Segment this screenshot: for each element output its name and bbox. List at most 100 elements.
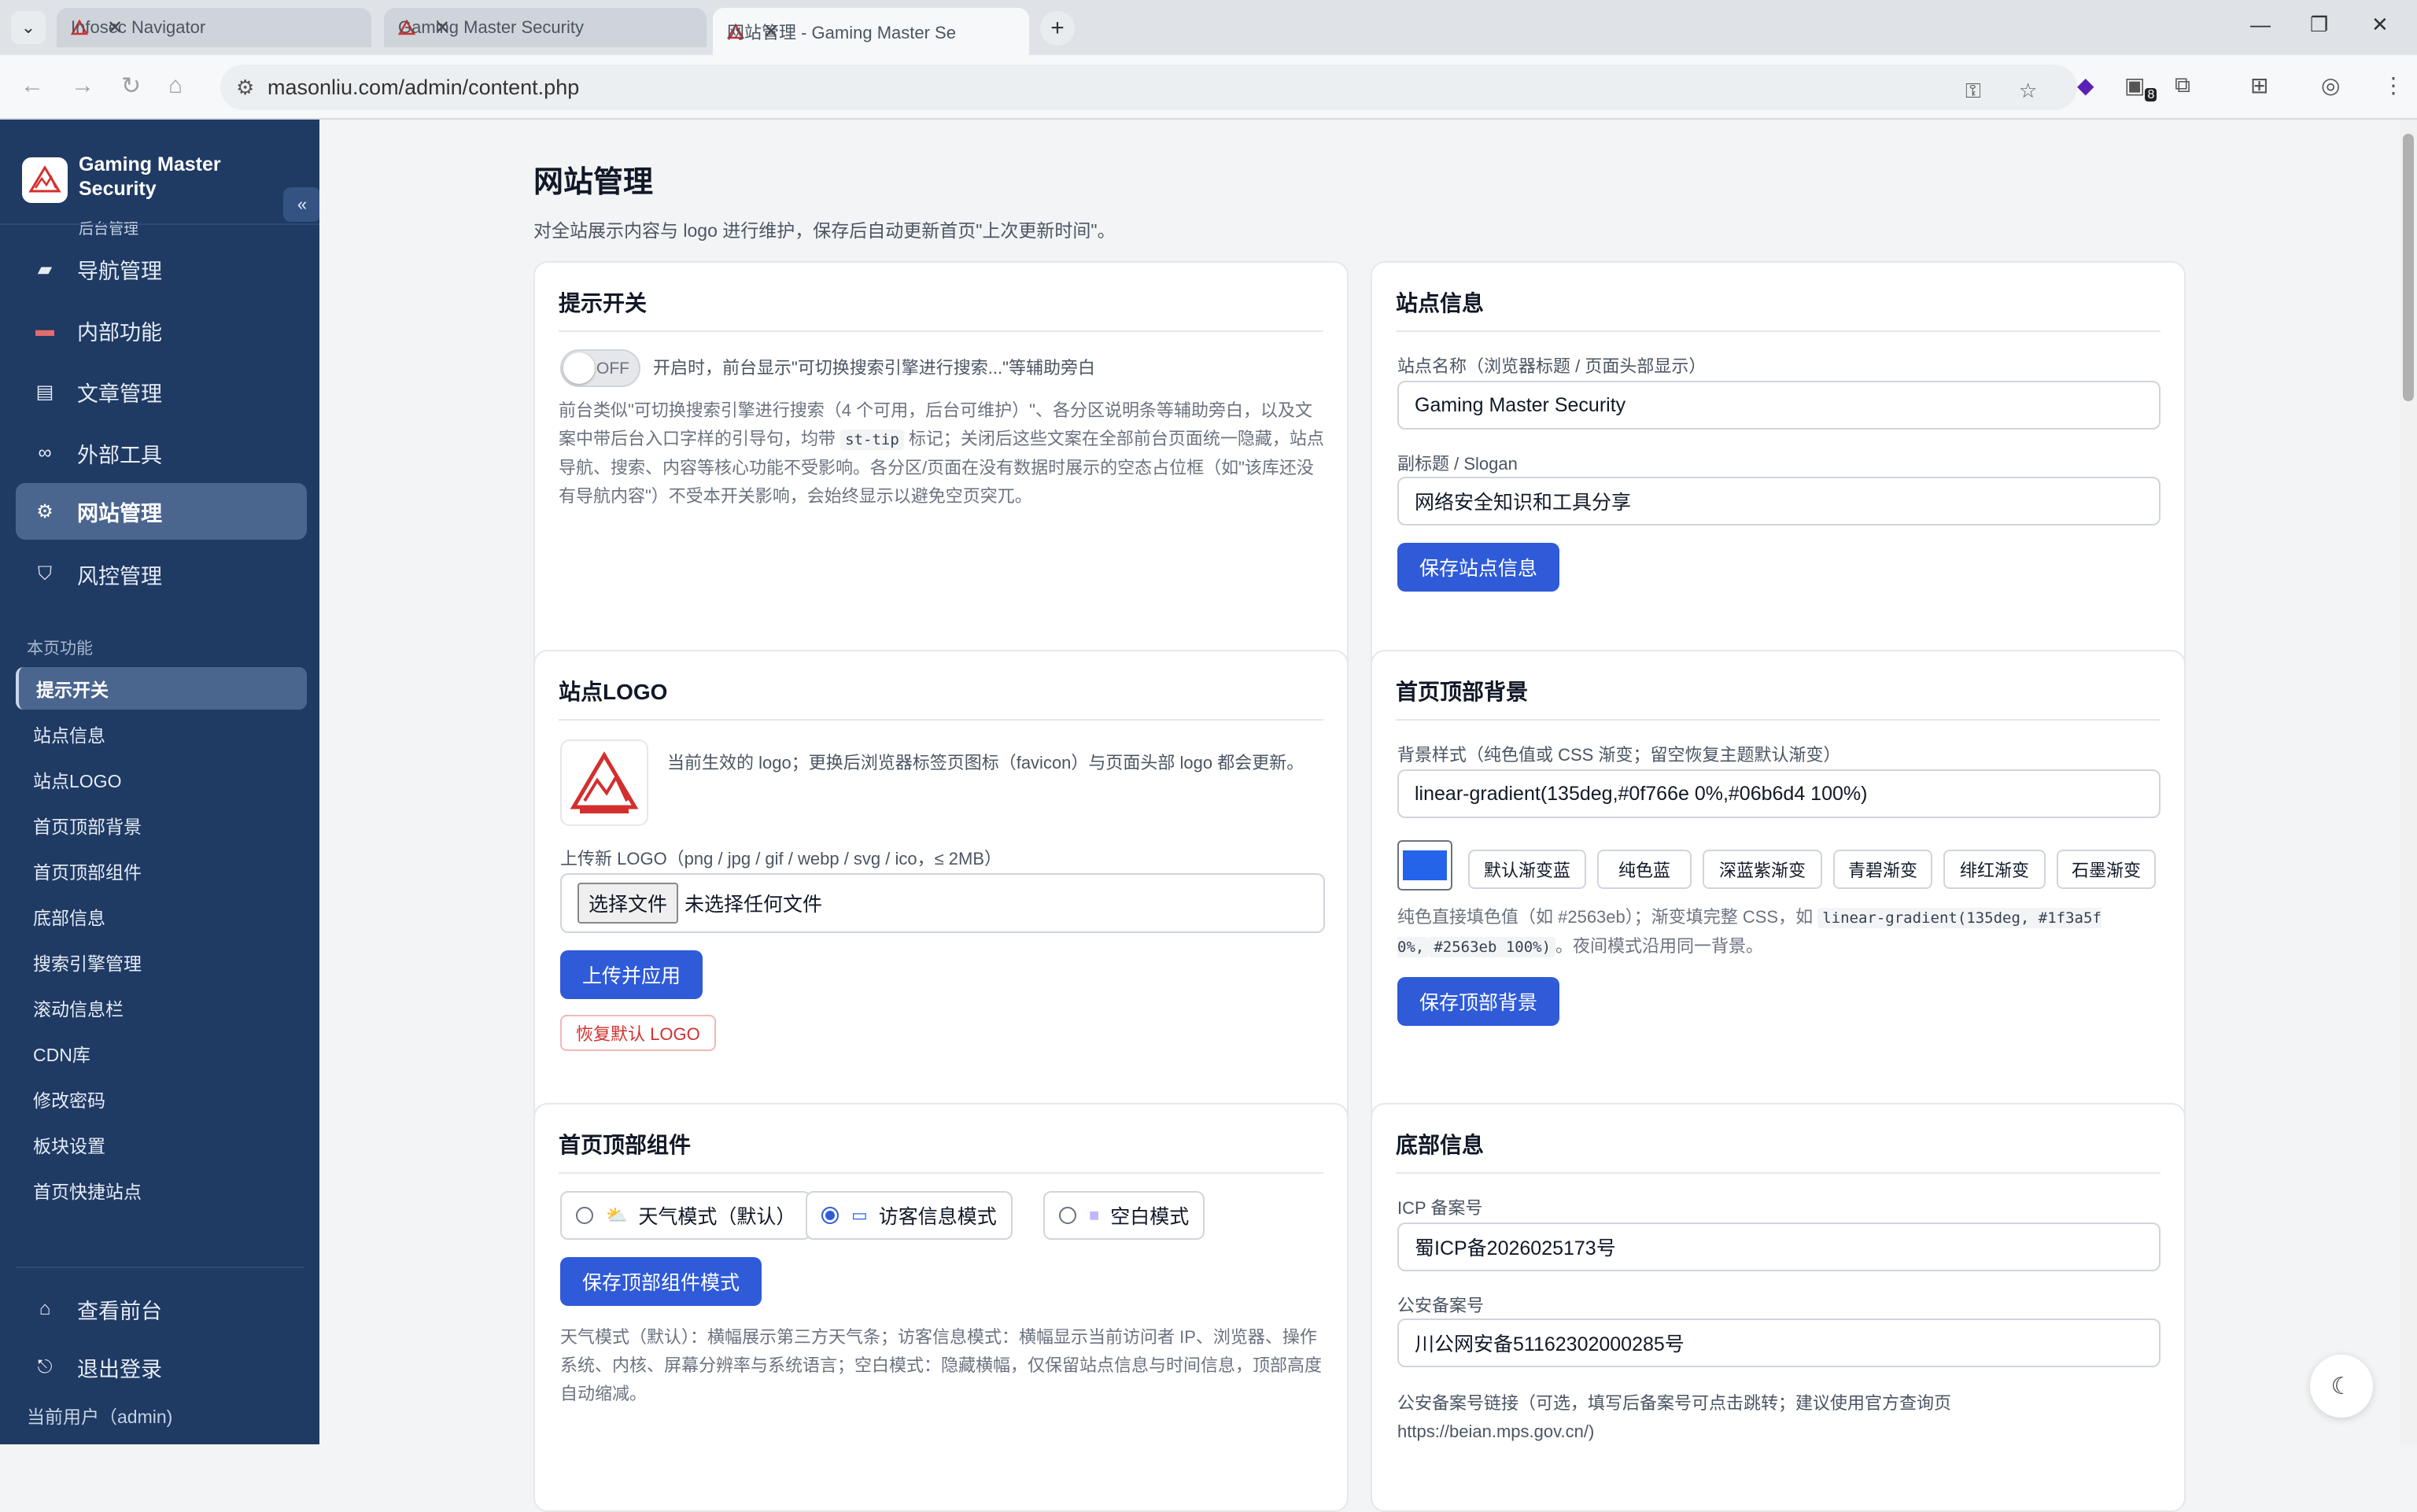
- folder-icon: ▰: [37, 258, 53, 280]
- site-name-input[interactable]: Gaming Master Security: [1397, 381, 2161, 430]
- preset-teal-button[interactable]: 青碧渐变: [1833, 850, 1932, 889]
- sub-item-cdn[interactable]: CDN库: [16, 1032, 307, 1075]
- tab-search-button[interactable]: ⌄: [11, 11, 46, 44]
- password-key-icon[interactable]: ⚿: [1965, 79, 1981, 104]
- sub-item-footer[interactable]: 底部信息: [16, 895, 307, 938]
- sub-item-blocks[interactable]: 板块设置: [16, 1123, 307, 1166]
- bg-style-input[interactable]: linear-gradient(135deg,#0f766e 0%,#06b6d…: [1397, 769, 2161, 818]
- site-info-icon[interactable]: ⚙: [236, 76, 254, 100]
- browser-tab-2[interactable]: Gaming Master Security ✕: [384, 8, 707, 47]
- sub-item-label: 板块设置: [33, 1136, 105, 1156]
- choose-file-button[interactable]: 选择文件: [577, 883, 679, 924]
- icp-label: ICP 备案号: [1397, 1198, 1483, 1218]
- radio-visitor-mode[interactable]: ▭ 访客信息模式: [806, 1191, 1013, 1240]
- more-menu-icon[interactable]: ⋮: [2382, 72, 2404, 98]
- slogan-value: 网络安全知识和工具分享: [1415, 492, 1632, 514]
- view-frontend-link[interactable]: ⌂ 查看前台: [16, 1285, 307, 1333]
- preset-graphite-button[interactable]: 石墨渐变: [2057, 850, 2156, 889]
- browser-tab-1[interactable]: Infosec Navigator ✕: [57, 8, 371, 47]
- preset-crimson-button[interactable]: 绯红渐变: [1943, 850, 2046, 889]
- sub-item-top-widget[interactable]: 首页顶部组件: [16, 850, 307, 892]
- sub-item-search-engines[interactable]: 搜索引擎管理: [16, 941, 307, 983]
- sub-item-quick-sites[interactable]: 首页快捷站点: [16, 1169, 307, 1211]
- forward-icon[interactable]: →: [71, 72, 94, 99]
- sidebar-item-label: 文章管理: [77, 382, 162, 406]
- sub-item-label: 站点LOGO: [33, 771, 122, 791]
- sidebar-item-internal[interactable]: ▬ 内部功能: [16, 302, 307, 359]
- browser-tab-3-active[interactable]: 网站管理 - Gaming Master Se ✕: [713, 8, 1029, 55]
- link-icon: ∞: [38, 442, 52, 463]
- help-text-part: 纯色直接填色值（如 #2563eb）；渐变填完整 CSS，如: [1397, 907, 1818, 927]
- upload-apply-button[interactable]: 上传并应用: [560, 950, 703, 999]
- bookmark-star-icon[interactable]: ☆: [2019, 79, 2037, 103]
- sidebar-item-risk[interactable]: ⛉ 风控管理: [16, 546, 307, 603]
- preset-deep-purple-button[interactable]: 深蓝紫渐变: [1703, 850, 1822, 889]
- restore-default-logo-button[interactable]: 恢复默认 LOGO: [560, 1015, 716, 1051]
- extension-badge-icon[interactable]: ▣ 8: [2124, 72, 2157, 102]
- sidebar-item-site-manage[interactable]: ⚙ 网站管理: [16, 483, 307, 540]
- home-icon: ⌂: [39, 1298, 51, 1319]
- sidebar-item-label: 内部功能: [77, 320, 162, 345]
- bg-style-value: linear-gradient(135deg,#0f766e 0%,#06b6d…: [1415, 782, 1868, 805]
- slogan-input[interactable]: 网络安全知识和工具分享: [1397, 477, 2161, 526]
- toggle-description: 开启时，前台显示"可切换搜索引擎进行搜索..."等辅助旁白: [653, 358, 1095, 378]
- tab-title: 网站管理 - Gaming Master Se: [727, 23, 956, 42]
- sub-item-top-bg[interactable]: 首页顶部背景: [16, 804, 307, 846]
- icp-input[interactable]: 蜀ICP备2026025173号: [1397, 1223, 2161, 1271]
- icp-value: 蜀ICP备2026025173号: [1415, 1237, 1616, 1259]
- reload-icon[interactable]: ↻: [121, 72, 141, 100]
- save-top-widget-button[interactable]: 保存顶部组件模式: [560, 1257, 762, 1306]
- color-picker[interactable]: [1397, 840, 1452, 891]
- card-footer-info: 底部信息 ICP 备案号 蜀ICP备2026025173号 公安备案号 川公网安…: [1371, 1103, 2186, 1512]
- sub-item-tip-switch[interactable]: 提示开关: [16, 667, 307, 710]
- radio-blank-mode[interactable]: ■ 空白模式: [1043, 1191, 1205, 1240]
- scrollbar-thumb[interactable]: [2403, 134, 2414, 401]
- sidebar-item-articles[interactable]: ▤ 文章管理: [16, 363, 307, 420]
- preset-default-blue-button[interactable]: 默认渐变蓝: [1468, 850, 1586, 889]
- page-scrollbar[interactable]: [2400, 120, 2417, 1444]
- sidebar-divider: [0, 223, 319, 225]
- sub-item-label: 底部信息: [33, 908, 105, 928]
- home-icon[interactable]: ⌂: [168, 72, 183, 99]
- logo-file-input[interactable]: 选择文件 未选择任何文件: [560, 873, 1325, 933]
- preset-solid-blue-button[interactable]: 纯色蓝: [1597, 850, 1692, 889]
- url-bar[interactable]: ⚙ masonliu.com/admin/content.php ⚿ ☆: [220, 65, 2077, 110]
- radio-label: 访客信息模式: [878, 1206, 997, 1228]
- radio-weather-mode[interactable]: ⛅ 天气模式（默认）: [560, 1191, 812, 1240]
- minimize-icon[interactable]: —: [2250, 13, 2271, 37]
- profile-menu-icon[interactable]: ⊞: [2250, 72, 2268, 98]
- sub-item-password[interactable]: 修改密码: [16, 1078, 307, 1120]
- sidebar-collapse-button[interactable]: «: [283, 187, 321, 222]
- card-divider: [559, 330, 1323, 332]
- extensions-puzzle-icon[interactable]: ⧉: [2175, 72, 2190, 98]
- close-window-icon[interactable]: ✕: [2371, 13, 2389, 37]
- theme-toggle-button[interactable]: ☾: [2310, 1355, 2373, 1418]
- sub-item-label: 提示开关: [36, 680, 109, 700]
- sidebar-item-external-tools[interactable]: ∞ 外部工具: [16, 425, 307, 481]
- sub-item-logo[interactable]: 站点LOGO: [16, 758, 307, 801]
- police-record-input[interactable]: 川公网安备51162302000285号: [1397, 1318, 2161, 1367]
- restore-icon[interactable]: ❐: [2310, 13, 2328, 37]
- card-title: 站点信息: [1396, 291, 1485, 315]
- sidebar-item-label: 风控管理: [77, 564, 162, 588]
- save-site-info-button[interactable]: 保存站点信息: [1397, 543, 1560, 592]
- logout-label: 退出登录: [77, 1357, 162, 1381]
- color-swatch: [1403, 850, 1447, 880]
- sub-item-site-info[interactable]: 站点信息: [16, 713, 307, 755]
- avatar[interactable]: ◎: [2321, 72, 2340, 98]
- slogan-label: 副标题 / Slogan: [1397, 454, 1518, 474]
- brand-block: Gaming Master Security 后台管理 «: [22, 148, 321, 238]
- sub-item-ticker[interactable]: 滚动信息栏: [16, 986, 307, 1029]
- save-top-bg-button[interactable]: 保存顶部背景: [1397, 977, 1560, 1026]
- extension-diamond-icon[interactable]: ◆: [2077, 72, 2094, 98]
- tip-toggle-switch[interactable]: OFF: [560, 349, 640, 387]
- weather-icon: ⛅: [606, 1205, 628, 1225]
- logout-link[interactable]: ⎋ 退出登录: [16, 1344, 307, 1391]
- back-icon[interactable]: ←: [20, 72, 44, 99]
- radio-label: 空白模式: [1110, 1206, 1190, 1228]
- sidebar-item-nav-manage[interactable]: ▰ 导航管理: [16, 241, 307, 297]
- sub-item-label: 首页顶部组件: [33, 862, 142, 883]
- new-tab-button[interactable]: +: [1040, 11, 1075, 46]
- sub-item-label: 首页顶部背景: [33, 817, 142, 837]
- help-text-part: 。夜间模式沿用同一背景。: [1555, 936, 1764, 956]
